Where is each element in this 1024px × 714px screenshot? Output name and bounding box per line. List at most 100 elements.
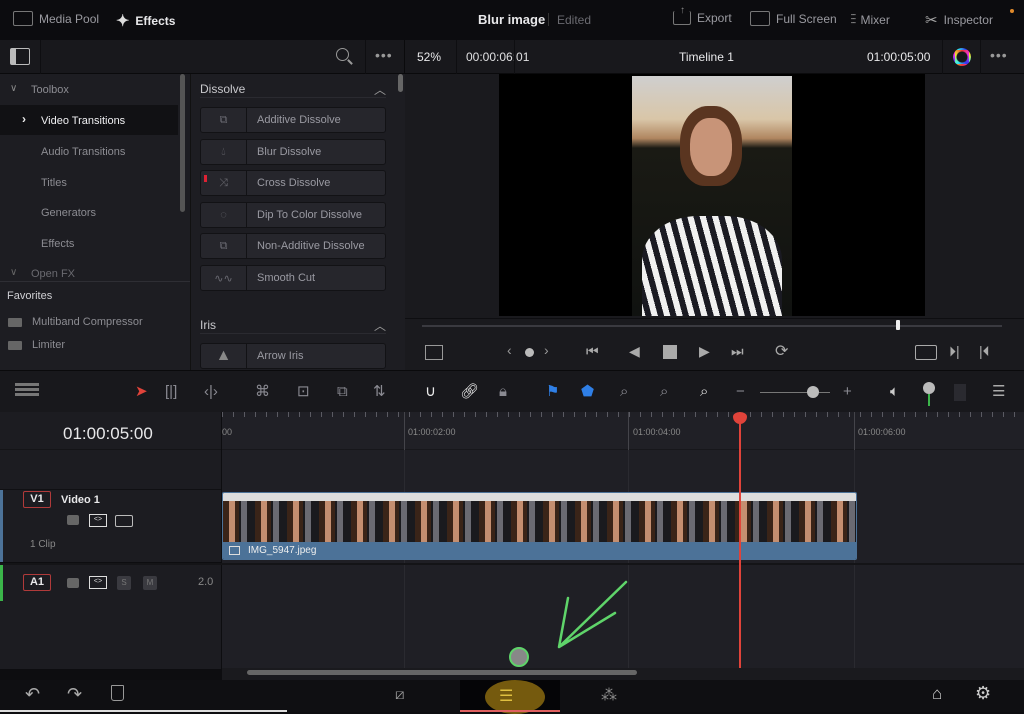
play-reverse-icon[interactable]: ◀	[629, 343, 640, 360]
transform-icon[interactable]	[425, 345, 443, 360]
snapping-icon[interactable]: ∪	[425, 383, 436, 401]
playhead-line[interactable]	[739, 418, 741, 668]
effect-additive-dissolve[interactable]: ⧉ Additive Dissolve	[200, 107, 386, 133]
go-to-start-icon[interactable]: ⏮	[586, 343, 599, 360]
collapse-icon[interactable]: ︿	[374, 317, 386, 334]
tree-item-audio-transitions[interactable]: Audio Transitions	[41, 146, 125, 158]
divider	[514, 40, 515, 74]
loop-icon[interactable]: ⟳	[775, 341, 788, 361]
effect-cross-dissolve[interactable]: ⤨ Cross Dissolve	[200, 170, 386, 196]
favorite-item[interactable]: Multiband Compressor	[32, 316, 143, 328]
tree-item-effects[interactable]: Effects	[41, 238, 74, 250]
inspector-button[interactable]: ✂ Inspector	[925, 11, 993, 29]
timeline-zoom-slider[interactable]	[760, 392, 830, 393]
toolbox-scrollbar[interactable]	[180, 74, 185, 212]
lock-icon[interactable]: 🔒︎	[499, 383, 507, 401]
open-fx-header[interactable]: Open FX	[31, 268, 75, 280]
effect-smooth-cut[interactable]: ∿∿ Smooth Cut	[200, 265, 386, 291]
play-icon[interactable]: ▶	[699, 343, 710, 360]
timeline-scrollbar[interactable]	[247, 670, 637, 675]
scrub-bar[interactable]	[422, 325, 1002, 327]
chevron-down-icon[interactable]: ∨	[10, 83, 17, 94]
prev-edit-icon[interactable]: |⏴	[979, 343, 990, 360]
viewer-more-icon[interactable]: •••	[990, 47, 1008, 63]
solo-button[interactable]: S	[117, 576, 131, 590]
zoom-out-icon[interactable]: −	[736, 383, 745, 401]
media-pool-button[interactable]: Media Pool	[13, 11, 99, 26]
toolbox-header[interactable]: Toolbox	[31, 84, 69, 96]
timeline-view-options-icon[interactable]	[15, 383, 39, 397]
menu-icon[interactable]: ☰	[992, 383, 1005, 401]
export-button[interactable]: ↑ Export	[673, 5, 732, 25]
marker-icon[interactable]: ⬟	[581, 383, 594, 401]
effect-label: Non-Additive Dissolve	[257, 240, 365, 252]
keyframe-dot-icon[interactable]	[525, 348, 534, 357]
timeline-name[interactable]: Timeline 1	[679, 50, 734, 64]
collapse-icon[interactable]: ︿	[374, 81, 386, 98]
tree-item-titles[interactable]: Titles	[41, 177, 67, 189]
insert-clip-icon[interactable]: ⊡	[297, 383, 310, 401]
inspector-icon: ✂	[925, 12, 938, 29]
zoom-slider-handle[interactable]	[806, 386, 819, 398]
trim-tool-icon[interactable]: [|]	[165, 383, 177, 401]
zoom-full-icon[interactable]: ⌕	[620, 383, 628, 401]
next-keyframe-icon[interactable]: ›	[544, 342, 549, 358]
dynamic-trim-icon[interactable]: ‹|›	[204, 383, 218, 401]
home-icon[interactable]: ⌂	[932, 684, 942, 704]
panel-toggle-icon[interactable]	[10, 48, 30, 65]
chevron-down-icon[interactable]: ∨	[10, 267, 17, 278]
tree-item-video-transitions[interactable]: Video Transitions	[41, 115, 125, 127]
video-track-name[interactable]: Video 1	[61, 494, 100, 506]
blade-split-icon[interactable]: ⌘	[255, 383, 270, 401]
stop-icon[interactable]	[663, 345, 677, 359]
favorite-item[interactable]: Limiter	[32, 339, 65, 351]
video-clip[interactable]: IMG_5947.jpeg	[222, 492, 857, 560]
color-page-icon[interactable]: ⁂	[601, 685, 617, 705]
match-frame-icon[interactable]	[915, 345, 937, 360]
cut-page-icon[interactable]: ⧄	[395, 686, 405, 703]
prev-keyframe-icon[interactable]: ‹	[507, 342, 512, 358]
timeline-ruler[interactable]: 00 01:00:02:00 01:00:04:00 01:00:06:00	[222, 412, 1024, 450]
link-icon[interactable]: 🔗︎	[460, 383, 479, 401]
effect-non-additive-dissolve[interactable]: ⧉ Non-Additive Dissolve	[200, 233, 386, 259]
track-visibility-icon[interactable]	[115, 515, 133, 527]
mute-button[interactable]: M	[143, 576, 157, 590]
a1-badge[interactable]: A1	[23, 574, 51, 591]
overwrite-clip-icon[interactable]: ⧉	[337, 383, 348, 401]
auto-select-icon[interactable]: <>	[89, 514, 107, 527]
go-to-end-icon[interactable]: ⏭	[731, 343, 744, 360]
auto-select-icon[interactable]: <>	[89, 576, 107, 589]
color-wheel-icon[interactable]	[953, 48, 971, 66]
duration-timecode[interactable]: 00:00:06:01	[466, 50, 529, 64]
lock-icon[interactable]	[67, 578, 79, 588]
settings-gear-icon[interactable]: ⚙	[975, 683, 991, 704]
edit-page-tab[interactable]: ☰	[460, 680, 560, 714]
mixer-button[interactable]: ⫶⫶⫶ Mixer	[850, 11, 890, 28]
scrub-handle[interactable]	[895, 320, 900, 330]
replace-clip-icon[interactable]: ⇅	[373, 383, 386, 401]
zoom-detail-icon[interactable]: ⌕	[660, 383, 668, 401]
ruler-label: 01:00:04:00	[633, 427, 681, 437]
lock-icon[interactable]	[67, 515, 79, 525]
effects-scrollbar[interactable]	[398, 74, 403, 92]
v1-badge[interactable]: V1	[23, 491, 51, 508]
flag-icon[interactable]: ⚑	[546, 383, 559, 401]
effects-button[interactable]: ✦ Effects	[116, 11, 175, 31]
divider	[405, 318, 1024, 319]
selection-tool-icon[interactable]: ➤	[135, 383, 148, 401]
zoom-in-icon[interactable]: +	[843, 383, 852, 401]
tree-item-generators[interactable]: Generators	[41, 207, 96, 219]
undo-icon[interactable]: ↶	[25, 684, 40, 705]
redo-icon[interactable]: ↷	[67, 684, 82, 705]
volume-knob[interactable]	[923, 382, 935, 394]
trash-icon[interactable]	[111, 685, 124, 701]
full-screen-button[interactable]: Full Screen	[750, 11, 837, 26]
viewer-zoom[interactable]: 52%	[417, 50, 441, 64]
effect-blur-dissolve[interactable]: 💧︎ Blur Dissolve	[200, 139, 386, 165]
effect-dip-to-color-dissolve[interactable]: ◌ Dip To Color Dissolve	[200, 202, 386, 228]
speaker-icon[interactable]: 🔈︎	[890, 383, 899, 401]
effect-arrow-iris[interactable]: ▲ Arrow Iris	[200, 343, 386, 369]
next-edit-icon[interactable]: ⏵|	[949, 343, 960, 360]
more-options-icon[interactable]: •••	[375, 47, 393, 63]
zoom-custom-icon[interactable]: ⌕	[700, 383, 708, 401]
